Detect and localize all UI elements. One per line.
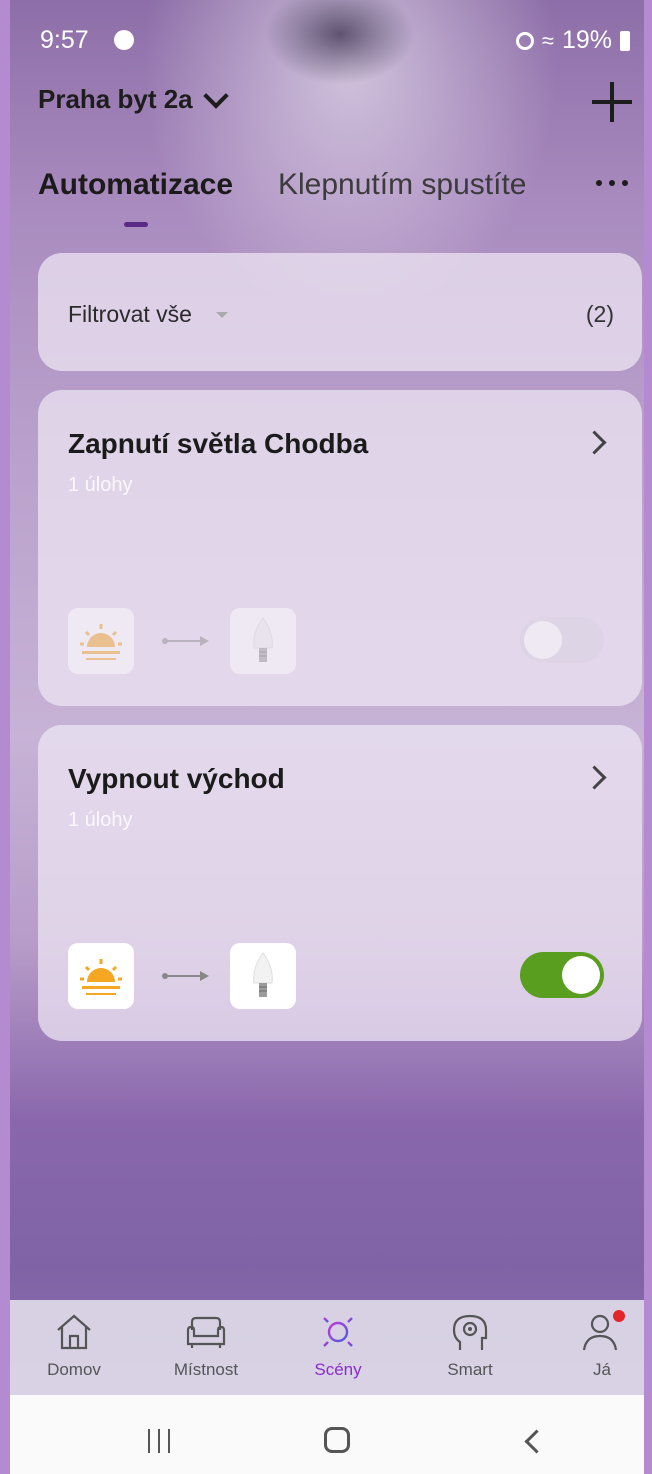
wifi-icon: ≈ xyxy=(541,27,554,53)
chevron-right-icon[interactable] xyxy=(582,765,607,790)
nav-domov[interactable]: Domov xyxy=(19,1308,129,1380)
bulb-icon xyxy=(230,608,296,674)
sofa-icon xyxy=(186,1316,226,1348)
automation-title: Vypnout východ xyxy=(68,763,285,794)
nav-smart[interactable]: Smart xyxy=(415,1308,525,1380)
sun-icon xyxy=(318,1312,358,1352)
automation-card[interactable]: Zapnutí světla Chodba 1 úlohy xyxy=(38,390,642,706)
nav-label: Místnost xyxy=(173,1360,239,1379)
automation-title: Zapnutí světla Chodba xyxy=(68,428,369,459)
nav-label: Já xyxy=(593,1360,611,1379)
filter-card: Filtrovat vše (2) xyxy=(38,253,642,371)
automation-subtitle: 1 úlohy xyxy=(68,809,133,831)
caret-down-icon xyxy=(216,312,228,318)
tab-klepnutim-spustite[interactable]: Klepnutím spustíte xyxy=(278,168,526,202)
recent-apps-button[interactable] xyxy=(148,1429,170,1453)
home-name: Praha byt 2a xyxy=(38,84,193,114)
nav-label: Smart xyxy=(447,1360,493,1379)
bulb-icon xyxy=(230,943,296,1009)
filter-count: (2) xyxy=(585,301,614,327)
notification-badge xyxy=(613,1310,625,1322)
arrow-right-icon xyxy=(162,971,210,981)
add-button[interactable] xyxy=(590,80,634,124)
house-icon xyxy=(57,1314,91,1350)
alarm-icon xyxy=(515,31,534,50)
status-time: 9:57 xyxy=(40,26,89,54)
automation-toggle[interactable] xyxy=(520,952,604,998)
tab-active-indicator xyxy=(124,222,148,227)
sunrise-icon xyxy=(68,943,134,1009)
back-button[interactable] xyxy=(524,1429,549,1454)
chevron-right-icon[interactable] xyxy=(582,430,607,455)
app-screen: 9:57 ≈ 19% Praha byt 2a Automatizace Kle… xyxy=(0,0,652,1474)
automation-subtitle: 1 úlohy xyxy=(68,474,133,496)
system-nav-bar xyxy=(10,1395,644,1474)
home-button[interactable] xyxy=(324,1427,350,1453)
tab-automatizace[interactable]: Automatizace xyxy=(38,168,233,202)
home-selector[interactable]: Praha byt 2a xyxy=(38,82,229,115)
chevron-down-icon xyxy=(202,82,229,109)
head-gear-icon xyxy=(452,1314,488,1350)
status-right: ≈ 19% xyxy=(515,26,630,55)
automation-card[interactable]: Vypnout východ 1 úlohy xyxy=(38,725,642,1041)
arrow-right-icon xyxy=(162,636,210,646)
bottom-nav: Domov Místnost Scény Smart Já xyxy=(10,1300,644,1395)
battery-icon xyxy=(620,30,630,51)
status-bar: 9:57 ≈ 19% xyxy=(40,24,630,58)
nav-sceny[interactable]: Scény xyxy=(283,1308,393,1380)
automation-toggle[interactable] xyxy=(520,617,604,663)
nav-mistnost[interactable]: Místnost xyxy=(151,1308,261,1380)
nav-ja[interactable]: Já xyxy=(547,1308,652,1380)
battery-text: 19% xyxy=(561,26,612,54)
left-edge xyxy=(0,0,10,1474)
sunrise-icon xyxy=(68,608,134,674)
more-options-button[interactable] xyxy=(596,180,628,186)
nav-label: Scény xyxy=(314,1360,362,1379)
right-edge xyxy=(644,0,652,1474)
nav-label: Domov xyxy=(47,1360,101,1379)
messenger-icon xyxy=(114,30,134,50)
filter-dropdown[interactable]: Filtrovat vše xyxy=(68,301,192,328)
